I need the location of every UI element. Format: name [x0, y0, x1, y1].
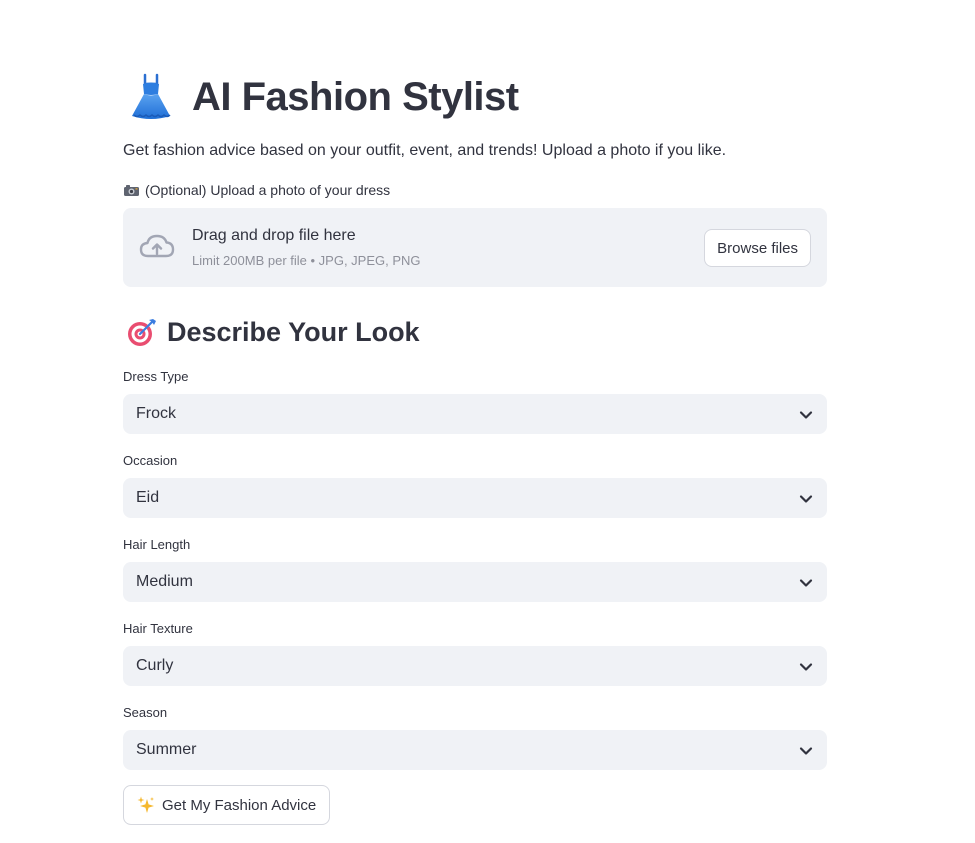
browse-files-button[interactable]: Browse files: [704, 229, 811, 267]
field-label: Occasion: [123, 453, 178, 468]
page-title: AI Fashion Stylist: [128, 70, 519, 124]
field-label: Hair Length: [123, 537, 191, 552]
get-fashion-advice-button[interactable]: Get My Fashion Advice: [123, 785, 331, 825]
sparkles-icon: [137, 796, 155, 814]
chevron-down-icon: [799, 660, 813, 672]
field-season: Season Summer: [123, 704, 827, 770]
app-page: AI Fashion Stylist Get fashion advice ba…: [0, 0, 975, 843]
advice-button-label: Get My Fashion Advice: [162, 796, 317, 814]
target-icon: [127, 317, 157, 347]
dress-type-select[interactable]: Frock: [123, 394, 827, 434]
field-occasion: Occasion Eid: [123, 452, 827, 518]
select-value: Eid: [136, 489, 160, 506]
select-value: Curly: [136, 657, 174, 674]
upload-label: (Optional) Upload a photo of your dress: [123, 182, 390, 198]
field-label: Hair Texture: [123, 621, 193, 636]
section-heading-text: Describe Your Look: [167, 316, 420, 347]
upload-label-text: (Optional) Upload a photo of your dress: [145, 182, 391, 198]
hair-texture-select[interactable]: Curly: [123, 646, 827, 686]
field-dress-type: Dress Type Frock: [123, 368, 827, 434]
field-label: Dress Type: [123, 369, 189, 384]
title-text: AI Fashion Stylist: [192, 74, 519, 119]
cloud-upload-icon: [138, 232, 176, 262]
field-hair-texture: Hair Texture Curly: [123, 620, 827, 686]
dress-icon: [128, 72, 174, 122]
chevron-down-icon: [799, 492, 813, 504]
select-value: Frock: [136, 405, 176, 422]
chevron-down-icon: [799, 744, 813, 756]
section-heading: Describe Your Look: [127, 312, 420, 352]
dropzone-limit: Limit 200MB per file • JPG, JPEG, PNG: [192, 253, 421, 268]
chevron-down-icon: [799, 576, 813, 588]
select-value: Medium: [136, 573, 193, 590]
occasion-select[interactable]: Eid: [123, 478, 827, 518]
page-subtitle: Get fashion advice based on your outfit,…: [123, 142, 727, 159]
dropzone-instruction: Drag and drop file here: [192, 227, 356, 244]
hair-length-select[interactable]: Medium: [123, 562, 827, 602]
field-label: Season: [123, 705, 168, 720]
file-dropzone[interactable]: Drag and drop file here Limit 200MB per …: [123, 208, 827, 287]
chevron-down-icon: [799, 408, 813, 420]
select-value: Summer: [136, 741, 197, 758]
dropzone-text: Drag and drop file here Limit 200MB per …: [192, 227, 421, 268]
camera-icon: [123, 184, 140, 197]
field-hair-length: Hair Length Medium: [123, 536, 827, 602]
season-select[interactable]: Summer: [123, 730, 827, 770]
